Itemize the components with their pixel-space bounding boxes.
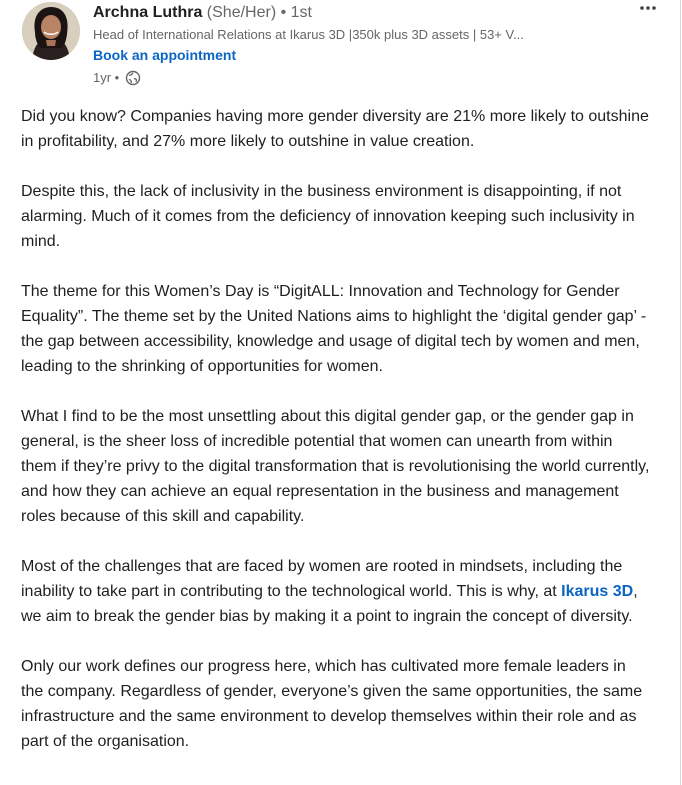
author-pronouns: (She/Her)	[206, 4, 277, 21]
author-headline: Head of International Relations at Ikaru…	[93, 27, 524, 42]
paragraph-6: Only our work defines our progress here,…	[21, 658, 643, 750]
company-mention-link[interactable]: Ikarus 3D	[561, 583, 633, 600]
post-card: Archna Luthra (She/Her) • 1st Head of In…	[0, 0, 681, 785]
post-header: Archna Luthra (She/Her) • 1st Head of In…	[22, 0, 672, 95]
connection-degree: • 1st	[280, 4, 312, 21]
more-options-icon[interactable]	[638, 0, 658, 16]
paragraph-4: What I find to be the most unsettling ab…	[21, 408, 650, 525]
post-body: Did you know? Companies having more gend…	[21, 104, 651, 779]
paragraph-5-start: Most of the challenges that are faced by…	[21, 558, 623, 600]
author-name-line: Archna Luthra (She/Her) • 1st	[93, 2, 633, 24]
author-avatar[interactable]	[22, 2, 80, 60]
paragraph-1: Did you know? Companies having more gend…	[21, 108, 649, 150]
paragraph-2: Despite this, the lack of inclusivity in…	[21, 183, 635, 250]
paragraph-5: Most of the challenges that are faced by…	[21, 554, 651, 629]
author-name[interactable]: Archna Luthra	[93, 4, 202, 21]
paragraph-3: The theme for this Women’s Day is “Digit…	[21, 283, 647, 375]
globe-icon	[125, 70, 141, 86]
book-appointment-link[interactable]: Book an appointment	[93, 45, 633, 65]
author-meta: Archna Luthra (She/Her) • 1st Head of In…	[93, 2, 633, 87]
post-time-line: 1yr •	[93, 69, 633, 87]
post-time: 1yr •	[93, 70, 120, 85]
